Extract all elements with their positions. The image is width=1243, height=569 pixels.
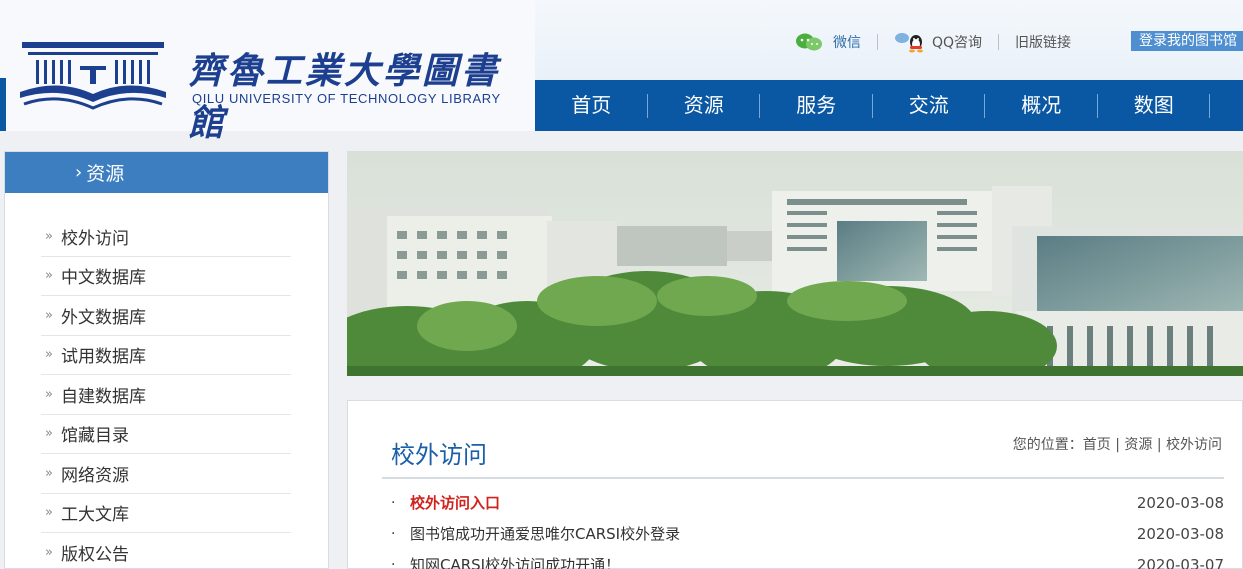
breadcrumb-current[interactable]: 校外访问	[1166, 437, 1222, 453]
double-arrow-icon: »	[45, 347, 53, 363]
campus-banner-image	[347, 151, 1243, 376]
content-panel: 校外访问 您的位置：首页 | 资源 | 校外访问 · 校外访问入口 2020-0…	[347, 400, 1243, 569]
double-arrow-icon: »	[45, 426, 53, 442]
breadcrumb-separator: |	[1115, 437, 1120, 453]
bullet-icon: ·	[391, 494, 396, 511]
breadcrumb: 您的位置：首页 | 资源 | 校外访问	[1013, 434, 1222, 454]
nav-overview[interactable]: 概况	[985, 80, 1098, 131]
double-arrow-icon: »	[45, 268, 53, 284]
sidebar-item-label: 试用数据库	[60, 347, 146, 368]
site-header: 齊魯工業大學圖書館 QILU UNIVERSITY OF TECHNOLOGY …	[0, 0, 1243, 144]
wechat-label: 微信	[833, 35, 861, 51]
page-title: 校外访问	[391, 441, 487, 469]
nav-communication[interactable]: 交流	[873, 80, 986, 131]
sidebar-item-label: 外文数据库	[60, 307, 146, 328]
sidebar-item-label: 网络资源	[60, 465, 129, 486]
logo-accent-bar	[0, 78, 6, 131]
sidebar: › 资源 » 校外访问 » 中文数据库 » 外文数据库 » 试用数据库 » 自建数据库 »…	[4, 151, 329, 569]
news-date: 2020-03-08	[1136, 493, 1224, 512]
wechat-icon	[796, 33, 822, 51]
list-item[interactable]: · 图书馆成功开通爱思唯尔CARSI校外登录 2020-03-08	[382, 518, 1224, 549]
sidebar-item-label: 校外访问	[60, 228, 129, 249]
news-title[interactable]: 知网CARSI校外访问成功开通！	[410, 554, 1114, 569]
sidebar-item-catalog[interactable]: » 馆藏目录	[41, 415, 291, 454]
sidebar-item-label: 版权公告	[60, 544, 129, 565]
breadcrumb-home[interactable]: 首页	[1083, 437, 1111, 453]
news-list: · 校外访问入口 2020-03-08 · 图书馆成功开通爱思唯尔CARSI校外…	[382, 487, 1224, 569]
list-item[interactable]: · 校外访问入口 2020-03-08	[382, 487, 1224, 518]
double-arrow-icon: »	[45, 465, 53, 481]
qq-link[interactable]: QQ咨询	[894, 31, 982, 53]
sidebar-header: › 资源	[5, 152, 328, 193]
sidebar-item-copyright[interactable]: » 版权公告	[41, 533, 291, 569]
top-links: 微信 QQ咨询 旧版链接	[795, 31, 1071, 53]
double-arrow-icon: »	[45, 307, 53, 323]
library-logo-icon	[20, 42, 166, 110]
breadcrumb-separator: |	[1156, 437, 1162, 453]
sidebar-item-self-built-db[interactable]: » 自建数据库	[41, 375, 291, 415]
sidebar-item-web-resources[interactable]: » 网络资源	[41, 454, 291, 494]
library-name-en: QILU UNIVERSITY OF TECHNOLOGY LIBRARY	[192, 91, 501, 106]
divider	[877, 34, 878, 50]
sidebar-item-chinese-db[interactable]: » 中文数据库	[41, 257, 291, 296]
double-arrow-icon: »	[45, 505, 53, 521]
old-version-label: 旧版链接	[1015, 35, 1072, 51]
chevron-right-icon: ›	[75, 162, 83, 183]
sidebar-title: 资源	[86, 163, 125, 185]
nav-services[interactable]: 服务	[760, 80, 873, 131]
login-my-library-button[interactable]: 登录我的图书馆	[1131, 31, 1243, 51]
nav-home[interactable]: 首页	[535, 80, 648, 131]
breadcrumb-section[interactable]: 资源	[1124, 437, 1152, 453]
sidebar-item-label: 自建数据库	[60, 386, 146, 407]
divider	[998, 34, 1000, 50]
news-date: 2020-03-07	[1136, 555, 1224, 569]
nav-digital-library[interactable]: 数图	[1098, 80, 1211, 131]
double-arrow-icon: »	[45, 228, 53, 244]
sidebar-item-foreign-db[interactable]: » 外文数据库	[41, 296, 291, 336]
news-title[interactable]: 校外访问入口	[410, 492, 1114, 513]
sidebar-item-label: 中文数据库	[60, 268, 146, 289]
sidebar-item-label: 馆藏目录	[60, 426, 129, 447]
sidebar-item-trial-db[interactable]: » 试用数据库	[41, 336, 291, 375]
nav-resources[interactable]: 资源	[648, 80, 761, 131]
breadcrumb-prefix: 您的位置：	[1012, 437, 1083, 453]
qq-label: QQ咨询	[932, 35, 983, 51]
bullet-icon: ·	[391, 556, 396, 569]
list-item[interactable]: · 知网CARSI校外访问成功开通！ 2020-03-07	[382, 549, 1224, 569]
qq-icon	[895, 33, 923, 53]
sidebar-item-offcampus[interactable]: » 校外访问	[41, 217, 291, 257]
logo-area[interactable]: 齊魯工業大學圖書館 QILU UNIVERSITY OF TECHNOLOGY …	[0, 0, 535, 144]
double-arrow-icon: »	[45, 544, 53, 560]
main-nav: 首页 资源 服务 交流 概况 数图	[535, 80, 1243, 131]
sidebar-list: » 校外访问 » 中文数据库 » 外文数据库 » 试用数据库 » 自建数据库 » 馆藏目录 …	[5, 193, 328, 569]
bullet-icon: ·	[391, 525, 396, 542]
news-date: 2020-03-08	[1136, 524, 1224, 543]
wechat-link[interactable]: 微信	[795, 32, 861, 52]
double-arrow-icon: »	[45, 386, 53, 402]
sidebar-item-repository[interactable]: » 工大文库	[41, 494, 291, 533]
sidebar-item-label: 工大文库	[60, 505, 129, 526]
news-title[interactable]: 图书馆成功开通爱思唯尔CARSI校外登录	[410, 523, 1114, 544]
title-divider	[382, 477, 1224, 479]
old-version-link[interactable]: 旧版链接	[1015, 32, 1071, 52]
